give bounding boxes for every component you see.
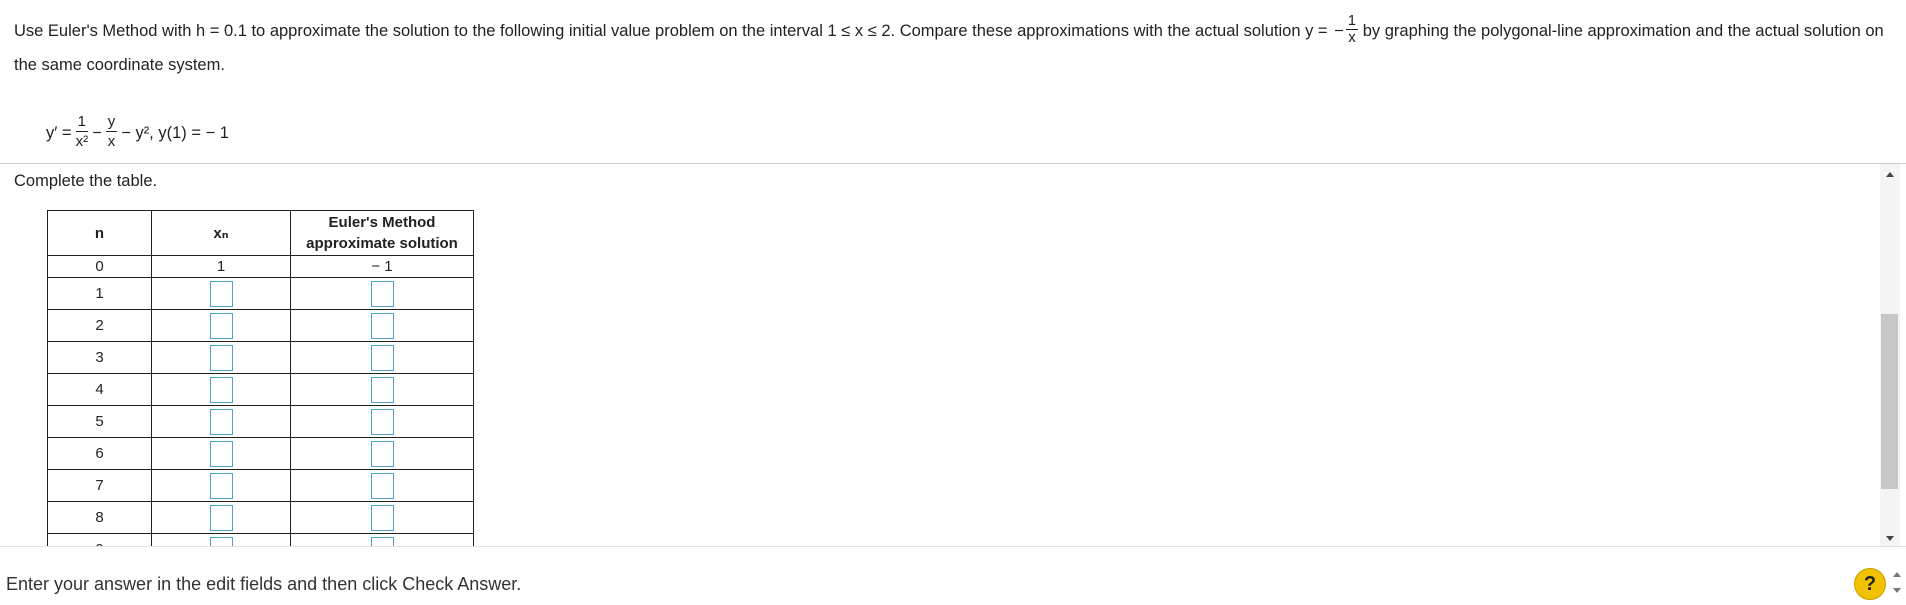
x-input[interactable] [209,504,233,531]
y-input[interactable] [370,472,394,499]
cell-n: 7 [47,469,152,502]
ode-frac1-num: 1 [75,112,89,132]
header-euler: Euler's Method approximate solution [290,210,474,256]
cell-n: 0 [47,255,152,278]
table-row: 7 [47,469,474,502]
footer-scroll-arrows[interactable] [1890,566,1904,602]
cell-x [151,437,291,470]
y-input[interactable] [370,408,394,435]
cell-x [151,469,291,502]
x-input[interactable] [209,344,233,371]
cell-y [290,469,474,502]
table-row: 4 [47,373,474,406]
cell-x [151,373,291,406]
ode-frac2-num: y [105,112,118,132]
y-input[interactable] [370,280,394,307]
answer-scroll-pane[interactable]: Complete the table. n xₙ Euler's Method … [0,164,1906,546]
ode-fraction-1: 1 x² [75,112,89,151]
scroll-down-icon[interactable] [1886,536,1894,541]
ode-rest: − y², y(1) = − 1 [121,123,229,142]
solution-fraction: 1x [1345,12,1359,47]
cell-x [151,277,291,310]
scrollbar-thumb[interactable] [1881,314,1898,489]
footer-divider [0,546,1906,547]
mini-scroll-down-icon[interactable] [1893,588,1901,593]
cell-n: 9 [47,533,152,546]
table-row: 5 [47,405,474,438]
cell-n: 3 [47,341,152,374]
cell-y [290,405,474,438]
ode-frac1-den: x² [75,132,89,150]
x-input[interactable] [209,536,233,546]
header-n: n [47,210,152,256]
help-button[interactable]: ? [1854,568,1886,600]
table-row: 6 [47,437,474,470]
table-row: 3 [47,341,474,374]
solution-numerator: 1 [1345,12,1359,31]
cell-y [290,373,474,406]
x-input[interactable] [209,472,233,499]
cell-x [151,341,291,374]
y-input[interactable] [370,440,394,467]
ode-fraction-2: yx [105,112,118,151]
footer-instruction: Enter your answer in the edit fields and… [6,574,522,594]
euler-table: n xₙ Euler's Method approximate solution… [47,210,474,546]
differential-equation: y′ = 1 x² − yx − y², y(1) = − 1 [46,110,229,156]
cell-n: 2 [47,309,152,342]
x-input[interactable] [209,280,233,307]
cell-y [290,309,474,342]
y-input[interactable] [370,312,394,339]
cell-n: 5 [47,405,152,438]
y-input[interactable] [370,536,394,546]
cell-n: 6 [47,437,152,470]
x-input[interactable] [209,312,233,339]
problem-statement: Use Euler's Method with h = 0.1 to appro… [14,12,1894,82]
mini-scroll-up-icon[interactable] [1893,572,1901,577]
cell-x [151,501,291,534]
ode-lhs: y′ = [46,123,72,142]
cell-n: 1 [47,277,152,310]
problem-text-before: Use Euler's Method with h = 0.1 to appro… [14,22,1333,40]
ode-minus: − [92,123,102,142]
cell-x0: 1 [151,255,291,278]
table-row: 8 [47,501,474,534]
vertical-scrollbar[interactable] [1880,164,1900,546]
x-input[interactable] [209,408,233,435]
table-row: 0 1 − 1 [47,255,474,278]
cell-n: 8 [47,501,152,534]
table-row: 1 [47,277,474,310]
cell-x [151,309,291,342]
y-input[interactable] [370,376,394,403]
table-row: 2 [47,309,474,342]
solution-denominator: x [1348,29,1356,47]
y-input[interactable] [370,344,394,371]
cell-n: 4 [47,373,152,406]
header-euler-line2: approximate solution [306,235,458,252]
header-xn: xₙ [151,210,291,256]
cell-y [290,533,474,546]
cell-y [290,277,474,310]
scroll-up-icon[interactable] [1886,172,1894,177]
cell-x [151,405,291,438]
x-input[interactable] [209,376,233,403]
cell-y [290,437,474,470]
cell-y [290,341,474,374]
x-input[interactable] [209,440,233,467]
instruction-text: Complete the table. [14,172,158,190]
ode-frac2-den: x [107,132,116,150]
cell-y [290,501,474,534]
cell-y0: − 1 [290,255,474,278]
header-euler-line1: Euler's Method [328,214,436,231]
y-input[interactable] [370,504,394,531]
solution-sign: − [1334,22,1344,40]
cell-x [151,533,291,546]
table-row: 9 [47,533,474,546]
